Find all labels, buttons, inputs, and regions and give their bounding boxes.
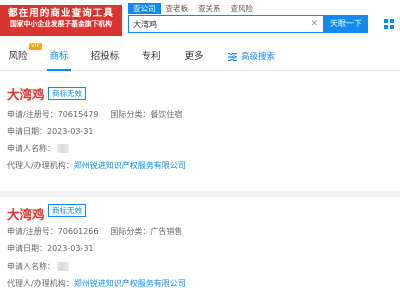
search-input[interactable] (129, 16, 304, 32)
applicant-label: 申请人名称： (7, 262, 55, 271)
grid-menu-icon[interactable] (384, 19, 394, 29)
date-row: 申请日期：2023-03-31 (7, 126, 94, 138)
date-label: 申请日期： (7, 244, 47, 253)
filter-icon (228, 53, 237, 61)
class-value: 广告销售 (150, 227, 183, 236)
search-box: ✕ (128, 15, 324, 33)
reg-no-value: 70615479 (57, 110, 99, 119)
tab-bidding-label: 招投标 (90, 51, 120, 62)
advanced-search-label: 高级搜索 (241, 52, 276, 62)
tab-patent[interactable]: 专利 (140, 44, 162, 70)
tab-patent-label: 专利 (141, 51, 161, 62)
top-header: 都在用的商业查询工具 国家中小企业发展子基金旗下机构 查公司 查老板 查关系 查… (0, 0, 400, 44)
agent-link[interactable]: 郑州锐进知识产权服务有限公司 (74, 279, 186, 288)
trademark-card[interactable]: 大湾鸡 商标无效 申请/注册号：70615479 国际分类：餐饮住宿 申请日期：2… (0, 84, 400, 184)
date-value: 2023-03-31 (47, 127, 94, 136)
brand-logo[interactable]: 都在用的商业查询工具 国家中小企业发展子基金旗下机构 (0, 5, 122, 36)
search-tab-company[interactable]: 查公司 (128, 3, 161, 14)
tab-bidding[interactable]: 招投标 (90, 44, 120, 70)
search-type-tabs: 查公司 查老板 查关系 查风险 (128, 3, 258, 14)
status-badge: 商标无效 (48, 87, 86, 100)
advanced-search-link[interactable]: 高级搜索 (228, 44, 275, 70)
agent-row: 代理人/办理机构：郑州锐进知识产权服务有限公司 (7, 160, 186, 172)
class-value: 餐饮住宿 (150, 110, 183, 119)
registration-row: 申请/注册号：70601266 国际分类：广告销售 (7, 226, 182, 238)
class-label: 国际分类： (110, 110, 151, 119)
agent-label: 代理人/办理机构： (7, 279, 74, 288)
status-badge: 商标无效 (48, 204, 86, 217)
search-button[interactable]: 天眼一下 (324, 15, 368, 33)
agent-link[interactable]: 郑州锐进知识产权服务有限公司 (74, 161, 186, 170)
close-icon[interactable]: ✕ (310, 18, 318, 30)
tab-risk[interactable]: 风险 VIP (7, 43, 42, 70)
applicant-value-redacted (57, 144, 69, 153)
reg-no-value: 70601266 (57, 227, 99, 236)
agent-label: 代理人/办理机构： (7, 161, 74, 170)
tab-more[interactable]: 更多 (183, 44, 205, 70)
applicant-value-redacted (57, 262, 69, 271)
applicant-row: 申请人名称： (7, 143, 69, 155)
trademark-name[interactable]: 大湾鸡 (7, 84, 45, 103)
tab-risk-label: 风险 (8, 51, 28, 62)
reg-no-label: 申请/注册号： (7, 227, 58, 236)
card-divider (0, 191, 400, 197)
date-row: 申请日期：2023-03-31 (7, 243, 94, 255)
tab-more-label: 更多 (184, 51, 204, 62)
date-value: 2023-03-31 (47, 244, 94, 253)
class-label: 国际分类： (110, 227, 151, 236)
applicant-label: 申请人名称： (7, 144, 55, 153)
vip-badge: VIP (29, 43, 42, 50)
tab-trademark[interactable]: 商标 (47, 44, 71, 71)
logo-slogan: 都在用的商业查询工具 (8, 8, 114, 19)
trademark-card[interactable]: 大湾鸡 商标无效 申请/注册号：70601266 国际分类：广告销售 申请日期：2… (0, 204, 400, 300)
trademark-name[interactable]: 大湾鸡 (7, 204, 45, 223)
logo-subtitle: 国家中小企业发展子基金旗下机构 (10, 19, 112, 28)
reg-no-label: 申请/注册号： (7, 110, 58, 119)
tab-trademark-label: 商标 (49, 51, 69, 62)
search-tab-relation[interactable]: 查关系 (193, 3, 226, 14)
search-tab-boss[interactable]: 查老板 (161, 3, 194, 14)
date-label: 申请日期： (7, 127, 47, 136)
applicant-row: 申请人名称： (7, 261, 69, 273)
agent-row: 代理人/办理机构：郑州锐进知识产权服务有限公司 (7, 278, 186, 290)
category-tabs: 风险 VIP 商标 招投标 专利 更多 高级搜索 (0, 43, 400, 71)
registration-row: 申请/注册号：70615479 国际分类：餐饮住宿 (7, 109, 182, 121)
search-tab-risk[interactable]: 查风险 (226, 3, 259, 14)
